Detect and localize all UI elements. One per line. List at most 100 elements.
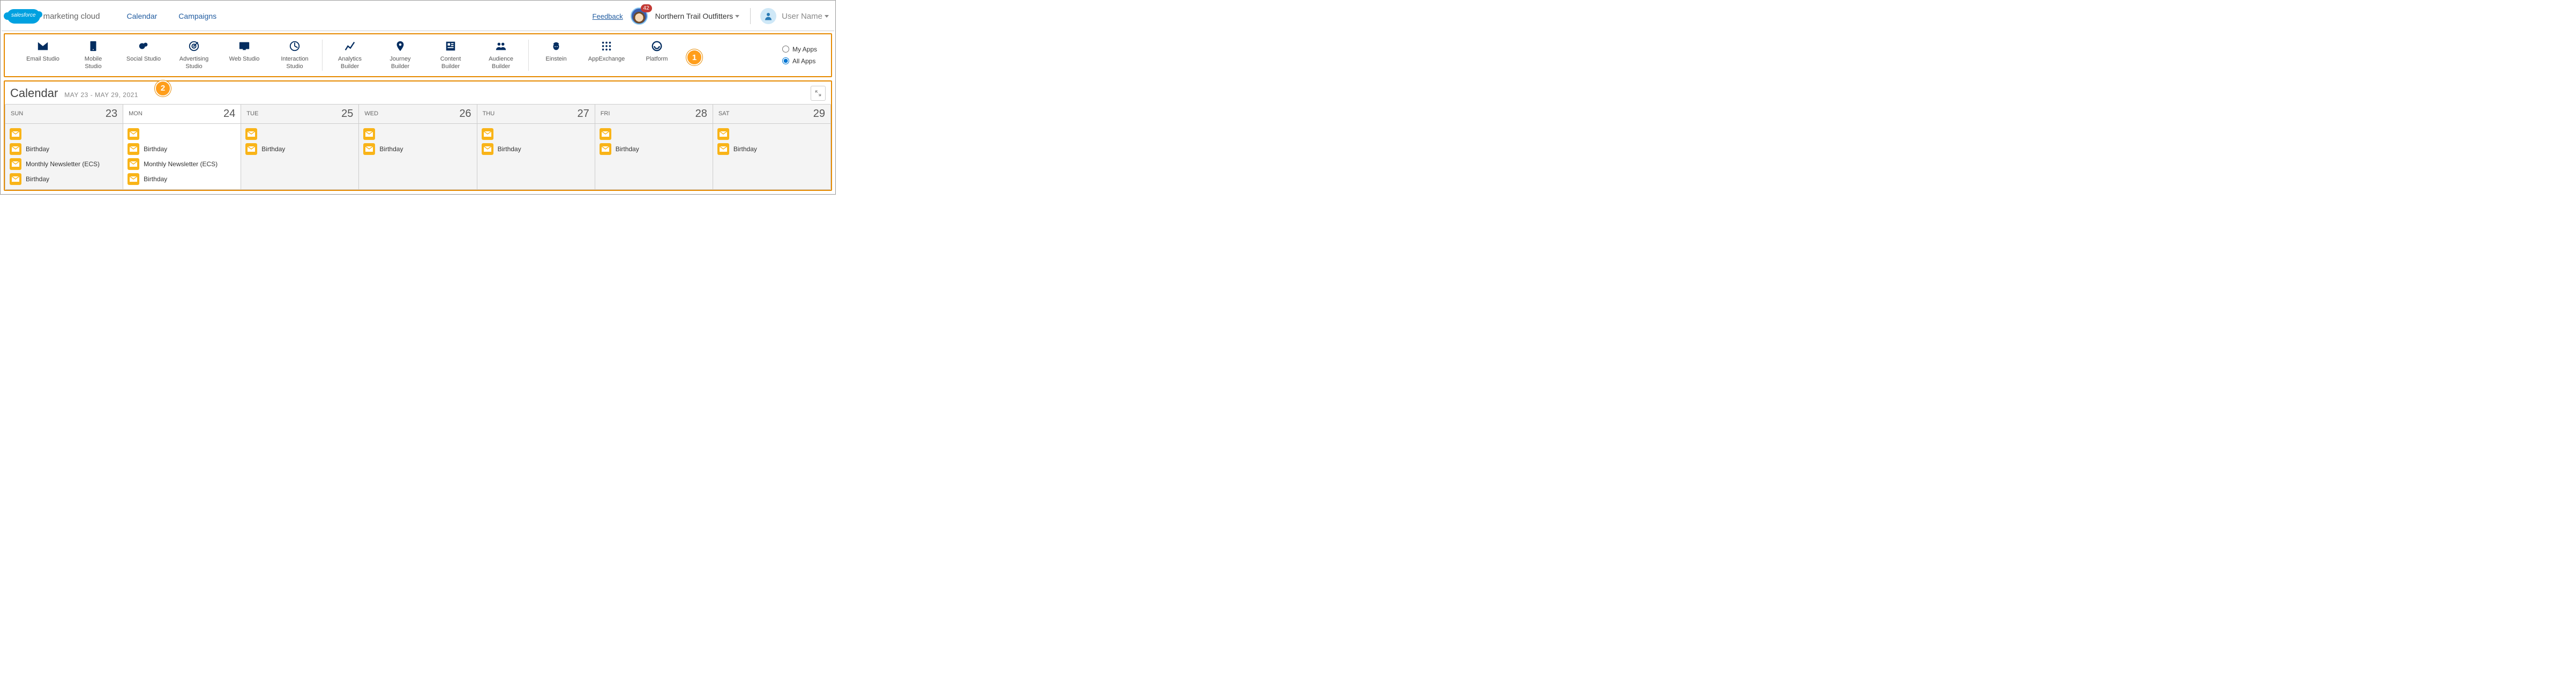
day-of-week: TUE	[246, 110, 258, 117]
org-name: Northern Trail Outfitters	[655, 12, 733, 20]
email-icon	[10, 143, 21, 155]
calendar-event[interactable]: Monthly Newsletter (ECS)	[9, 157, 119, 171]
filter-label: All Apps	[792, 57, 815, 65]
day-col-sat[interactable]: SAT29Birthday	[713, 105, 830, 189]
day-col-fri[interactable]: FRI28Birthday	[595, 105, 713, 189]
org-switcher[interactable]: Northern Trail Outfitters	[655, 12, 740, 20]
platform-icon	[650, 40, 663, 53]
caret-down-icon	[735, 15, 739, 18]
nav-campaigns[interactable]: Campaigns	[178, 12, 216, 20]
app-social[interactable]: Social Studio	[126, 40, 161, 71]
day-of-week: FRI	[601, 110, 610, 117]
app-label: Social Studio	[126, 56, 161, 63]
day-col-sun[interactable]: SUN23BirthdayMonthly Newsletter (ECS)Bir…	[5, 105, 123, 189]
user-menu[interactable]: User Name	[750, 8, 829, 24]
top-nav: Calendar Campaigns	[126, 12, 216, 20]
day-header: WED 26	[359, 105, 476, 124]
calendar-event[interactable]: Birthday	[481, 142, 591, 156]
app-advertising[interactable]: Advertising Studio	[176, 40, 212, 71]
event-label: Birthday	[733, 145, 757, 153]
day-of-week: WED	[364, 110, 378, 117]
calendar-panel: Calendar MAY 23 - MAY 29, 2021 2 SUN23Bi…	[4, 80, 832, 191]
app-analytics[interactable]: Analytics Builder	[332, 40, 368, 71]
event-label: Birthday	[26, 175, 49, 183]
caret-down-icon	[825, 15, 829, 18]
day-number: 24	[223, 108, 235, 120]
day-col-tue[interactable]: TUE25 Birthday	[241, 105, 359, 189]
day-of-week: THU	[483, 110, 495, 117]
day-header: SUN23	[5, 105, 123, 124]
calendar-event[interactable]: Birthday	[598, 142, 709, 156]
calendar-title: Calendar	[10, 86, 58, 100]
email-icon	[717, 128, 729, 140]
email-icon	[128, 143, 139, 155]
app-journey[interactable]: Journey Builder	[383, 40, 418, 71]
filter-my-apps[interactable]: My Apps	[782, 46, 817, 53]
app-interaction[interactable]: Interaction Studio	[277, 40, 312, 71]
app-label: Audience Builder	[483, 56, 519, 71]
app-content[interactable]: Content Builder	[433, 40, 468, 71]
day-col-thu[interactable]: THU27Birthday	[477, 105, 595, 189]
event-label: Birthday	[144, 145, 167, 153]
day-of-week: MON	[129, 110, 143, 117]
email-icon	[363, 128, 375, 140]
interaction-icon	[288, 40, 301, 53]
email-icon	[482, 128, 493, 140]
filter-label: My Apps	[792, 46, 817, 53]
calendar-event[interactable]	[362, 127, 473, 141]
email-icon	[128, 173, 139, 185]
app-einstein[interactable]: Einstein	[538, 40, 574, 71]
calendar-event[interactable]	[126, 127, 237, 141]
app-platform[interactable]: Platform	[639, 40, 675, 71]
day-col-wed[interactable]: WED 26 Birthday	[359, 105, 477, 189]
app-audience[interactable]: Audience Builder	[483, 40, 519, 71]
calendar-event[interactable]: Birthday	[126, 142, 237, 156]
calendar-event[interactable]: Birthday	[244, 142, 355, 156]
day-of-week: SAT	[718, 110, 730, 117]
calendar-event[interactable]: Birthday	[362, 142, 473, 156]
calendar-week-grid: SUN23BirthdayMonthly Newsletter (ECS)Bir…	[5, 104, 831, 190]
app-mobile[interactable]: Mobile Studio	[76, 40, 111, 71]
notification-badge: 42	[641, 4, 652, 12]
calendar-event[interactable]	[244, 127, 355, 141]
calendar-event[interactable]: Birthday	[126, 172, 237, 186]
calendar-event[interactable]	[716, 127, 827, 141]
day-number: 26	[459, 108, 471, 120]
day-header: TUE25	[241, 105, 358, 124]
feedback-link[interactable]: Feedback	[593, 12, 623, 20]
app-label: Interaction Studio	[277, 56, 312, 71]
user-name-label: User Name	[782, 12, 822, 21]
journey-icon	[394, 40, 407, 53]
nav-calendar[interactable]: Calendar	[126, 12, 157, 20]
product-name: marketing cloud	[43, 12, 100, 21]
astro-avatar[interactable]: 42	[631, 8, 648, 25]
logo[interactable]: salesforce marketing cloud	[7, 9, 100, 24]
expand-button[interactable]	[811, 86, 826, 101]
event-label: Birthday	[144, 175, 167, 183]
app-appexchange[interactable]: AppExchange	[589, 40, 624, 71]
event-label: Monthly Newsletter (ECS)	[144, 160, 218, 168]
email-icon	[10, 173, 21, 185]
calendar-event[interactable]: Birthday	[9, 172, 119, 186]
day-col-mon[interactable]: MON 24 Birthday Monthly Newsletter (ECS) Bir…	[123, 105, 241, 189]
web-icon	[238, 40, 251, 53]
email-icon	[363, 143, 375, 155]
app-web[interactable]: Web Studio	[227, 40, 262, 71]
app-filter: My Apps All Apps	[782, 40, 820, 71]
calendar-event[interactable]: Birthday	[716, 142, 827, 156]
calendar-event[interactable]: Birthday	[9, 142, 119, 156]
advertising-icon	[188, 40, 200, 53]
global-header: salesforce marketing cloud Calendar Camp…	[2, 2, 834, 31]
calendar-event[interactable]: Monthly Newsletter (ECS)	[126, 157, 237, 171]
calendar-event[interactable]	[9, 127, 119, 141]
app-email[interactable]: Email Studio	[25, 40, 61, 71]
filter-all-apps[interactable]: All Apps	[782, 57, 817, 65]
app-label: Advertising Studio	[176, 56, 212, 71]
app-label: Platform	[646, 56, 668, 63]
calendar-event[interactable]	[481, 127, 591, 141]
email-icon	[10, 158, 21, 170]
calendar-event[interactable]	[598, 127, 709, 141]
email-icon	[600, 128, 611, 140]
email-icon	[128, 128, 139, 140]
email-icon	[245, 143, 257, 155]
